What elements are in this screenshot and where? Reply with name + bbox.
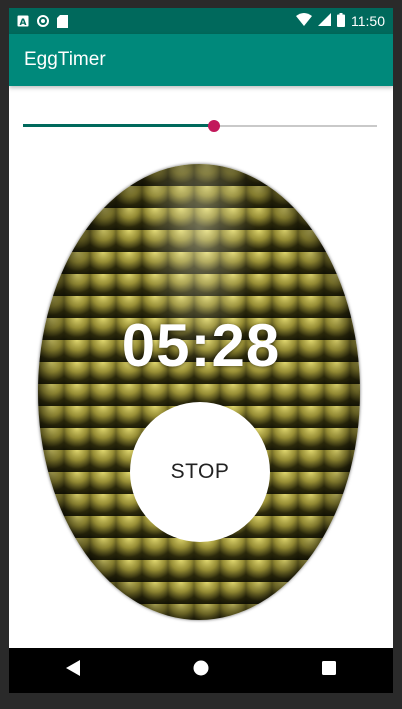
timer-slider[interactable] (23, 116, 377, 136)
circle-notification-icon (37, 15, 49, 27)
device-screen: A 11:50 EggTimer 05:28 STOP (9, 8, 393, 693)
svg-text:A: A (20, 18, 27, 27)
a-notification-icon: A (17, 15, 29, 27)
back-button[interactable] (53, 651, 93, 691)
status-indicators: 11:50 (296, 12, 385, 30)
recents-icon (322, 661, 336, 680)
app-bar: EggTimer (9, 34, 393, 86)
app-title: EggTimer (24, 49, 106, 70)
recents-button[interactable] (309, 651, 349, 691)
home-button[interactable] (181, 651, 221, 691)
slider-track-active (23, 124, 215, 127)
slider-thumb[interactable] (208, 120, 221, 132)
wifi-icon (296, 13, 312, 29)
time-remaining: 05:28 (121, 312, 281, 379)
signal-icon (318, 13, 331, 29)
sd-card-icon (57, 14, 68, 28)
battery-icon (337, 12, 345, 30)
egg-image (38, 164, 360, 620)
back-icon (66, 660, 80, 681)
main-content: 05:28 STOP (9, 86, 393, 648)
home-icon (193, 660, 209, 681)
status-bar: A 11:50 (9, 8, 393, 34)
navigation-bar (9, 648, 393, 693)
clock-time: 11:50 (351, 13, 385, 29)
stop-button[interactable]: STOP (130, 402, 270, 542)
